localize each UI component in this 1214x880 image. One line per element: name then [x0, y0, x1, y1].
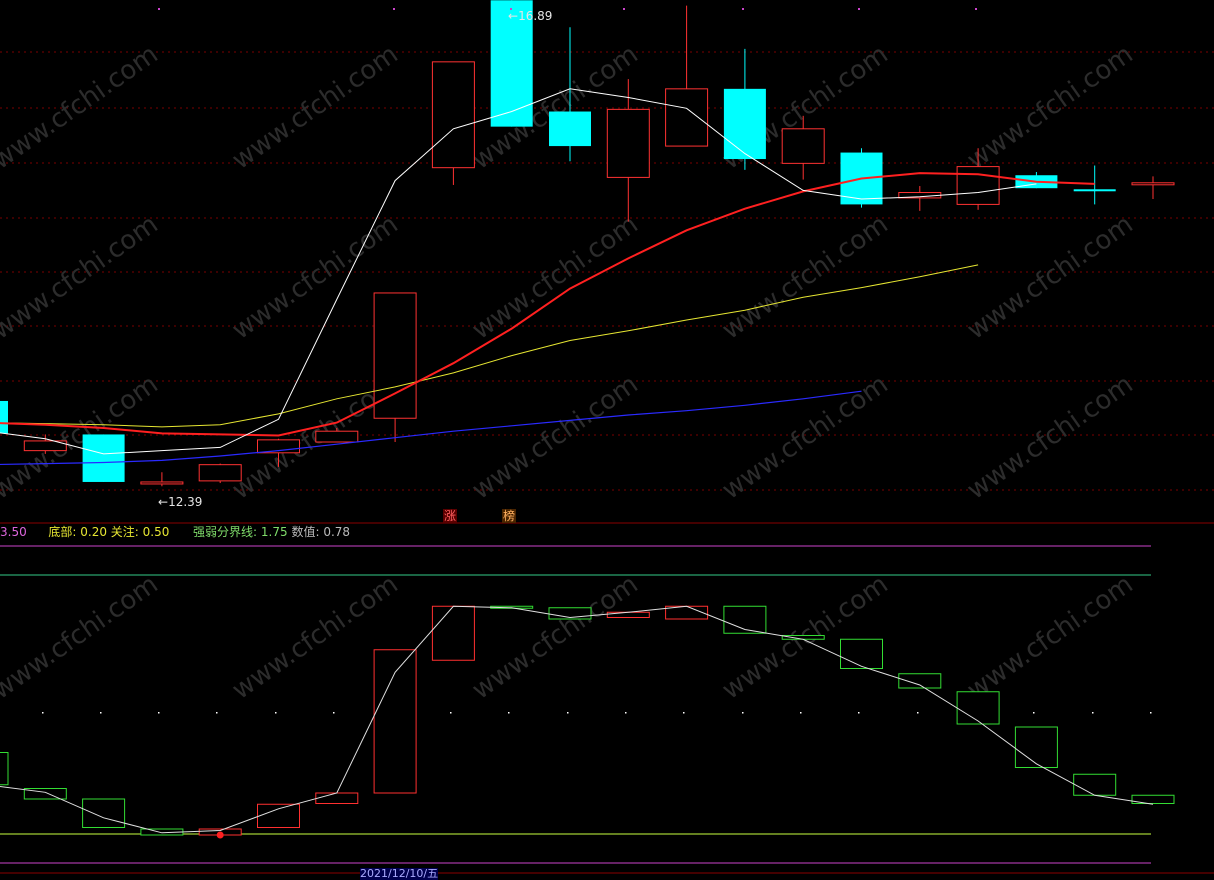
candle-body: [0, 400, 8, 434]
top-marker: [975, 8, 977, 10]
focus-value: 0.50: [142, 525, 170, 539]
signal-dot: [216, 831, 224, 839]
dot-marker: [158, 712, 160, 714]
stock-chart[interactable]: www.cfchi.com www.cfchi.com www.cfchi.com w…: [0, 0, 1214, 875]
candle-body: [140, 481, 184, 485]
top-marker: [158, 8, 160, 10]
candle-body: [606, 108, 650, 178]
dot-marker: [450, 712, 452, 714]
dot-marker: [216, 712, 218, 714]
oscillator-bar: [1073, 773, 1117, 796]
low-price-marker: ←12.39: [158, 495, 202, 509]
limit-up-badge[interactable]: 涨: [443, 509, 458, 523]
candle-body: [315, 430, 359, 443]
watermark-text: www.cfchi.com: [467, 209, 644, 345]
value-value: 0.78: [323, 525, 351, 539]
cursor-date-label: 2021/12/10/五: [360, 867, 439, 880]
dot-marker: [625, 712, 627, 714]
value-label: 数值:: [291, 525, 320, 539]
high-price-value: 16.89: [518, 9, 553, 23]
ranking-badge[interactable]: 榜: [502, 509, 517, 523]
dot-marker: [508, 712, 510, 714]
high-price-marker: ←16.89: [508, 9, 552, 23]
bottom-value: 0.20: [80, 525, 107, 539]
oscillator-bar: [956, 691, 1000, 725]
candle-body: [198, 464, 242, 482]
watermark-text: www.cfchi.com: [0, 209, 164, 345]
candle-body: [1073, 189, 1116, 192]
dot-marker: [683, 712, 685, 714]
top-marker: [858, 8, 860, 10]
candle-body: [373, 292, 417, 419]
bottom-label: 底部:: [48, 525, 77, 539]
dot-marker: [100, 712, 102, 714]
dot-marker: [800, 712, 802, 714]
oscillator-bar: [0, 752, 9, 786]
candle-body: [1131, 182, 1175, 186]
oscillator-bar: [1014, 726, 1058, 768]
dot-marker: [1033, 712, 1035, 714]
oscillator-bar: [606, 611, 650, 618]
candle-body: [431, 61, 475, 169]
oscillator-bar: [315, 792, 359, 804]
oscillator-bar: [840, 638, 883, 669]
divider-label: 强弱分界线:: [193, 525, 258, 539]
dot-marker: [858, 712, 860, 714]
dot-marker: [275, 712, 277, 714]
watermark-text: www.cfchi.com: [467, 569, 644, 705]
candle-body: [956, 166, 1000, 205]
divider-value: 1.75: [260, 525, 288, 539]
dot-marker: [742, 712, 744, 714]
top-marker: [393, 8, 395, 10]
watermark-text: www.cfchi.com: [717, 369, 894, 505]
low-arrow: ←: [158, 495, 169, 509]
dot-marker: [42, 712, 44, 714]
watermark-text: www.cfchi.com: [962, 569, 1139, 705]
indicator-legend: 3.50 底部: 0.20 关注: 0.50 强弱分界线: 1.75 数值: 0…: [0, 525, 350, 539]
dot-marker: [567, 712, 569, 714]
watermark-text: www.cfchi.com: [962, 209, 1139, 345]
ma10-line: [0, 172, 1095, 437]
watermark-text: www.cfchi.com: [467, 369, 644, 505]
top-marker: [623, 8, 625, 10]
top-marker: [742, 8, 744, 10]
watermark-text: www.cfchi.com: [962, 39, 1139, 175]
candle-body: [82, 434, 125, 482]
high-arrow: ←: [508, 9, 519, 23]
watermark-text: www.cfchi.com: [0, 569, 164, 705]
dot-marker: [333, 712, 335, 714]
oscillator-bar: [781, 635, 825, 640]
watermark-text: www.cfchi.com: [0, 369, 164, 505]
candle-body: [723, 88, 766, 160]
dot-marker: [917, 712, 919, 714]
dot-marker: [1092, 712, 1094, 714]
dot-marker: [1150, 712, 1152, 714]
oscillator-bar: [898, 673, 942, 689]
oscillator-bar: [373, 649, 417, 794]
low-price-value: 12.39: [168, 495, 203, 509]
watermark-text: www.cfchi.com: [962, 369, 1139, 505]
watermark-text: www.cfchi.com: [717, 209, 894, 345]
indicator-top-value: 3.50: [0, 525, 27, 539]
candle-body: [549, 111, 591, 147]
oscillator-bar: [257, 803, 300, 828]
oscillator-bar: [82, 798, 126, 828]
focus-label: 关注:: [110, 525, 139, 539]
candle-body: [665, 88, 709, 147]
oscillator-bar: [431, 605, 475, 661]
candle-body: [781, 128, 825, 164]
